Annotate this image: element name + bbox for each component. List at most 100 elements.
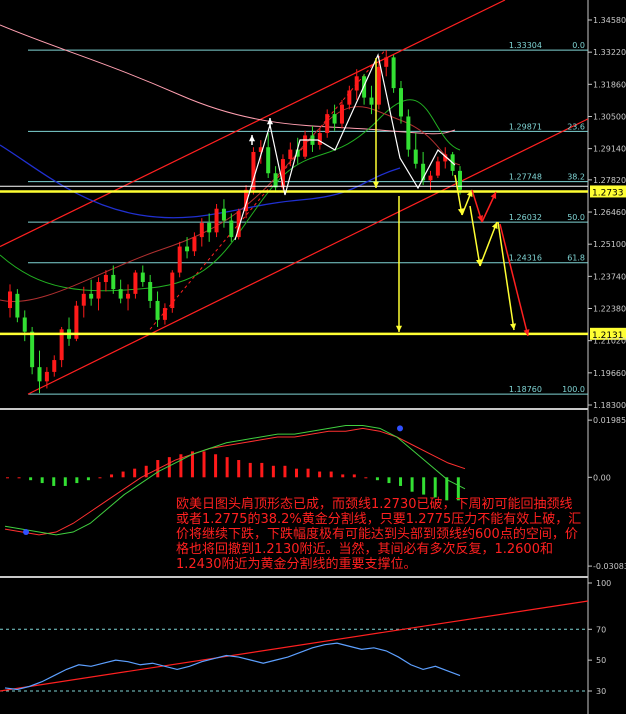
macd-histogram-bar	[214, 454, 218, 478]
fib-pct-label: 23.6	[567, 122, 585, 131]
analysis-note: 欧美日图头肩顶形态已成，而颈线1.2730已破，下周初可能回抽颈线或者1.277…	[176, 497, 582, 572]
macd-histogram-bar	[167, 457, 171, 478]
proj-arrow-5	[469, 205, 481, 267]
y-tick-label: 1.31860	[593, 80, 626, 89]
candle-body	[89, 293, 94, 299]
candle-body	[118, 289, 123, 299]
candle-body	[81, 293, 86, 306]
candle-body	[207, 222, 212, 233]
rsi-tick-label: 70	[596, 625, 606, 634]
y-tick-label: 1.18300	[593, 401, 626, 410]
y-tick-label: 1.33220	[593, 48, 626, 57]
macd-histogram-bar	[329, 471, 333, 478]
candle-body	[398, 88, 403, 117]
y-tick-label: 1.23740	[593, 272, 626, 281]
candle-body	[162, 308, 167, 320]
macd-histogram-bar	[75, 477, 79, 484]
macd-histogram-bar	[375, 477, 379, 481]
macd-histogram-bar	[52, 477, 56, 486]
rsi-trend-line	[0, 600, 589, 692]
candle-body	[192, 237, 197, 252]
ma-green-line	[0, 99, 461, 292]
fib-price-label: 1.27748	[509, 173, 542, 182]
fib-pct-label: 0.0	[572, 41, 585, 50]
macd-histogram-bar	[260, 462, 264, 478]
rsi-tick-label: 30	[596, 687, 606, 696]
candle-body	[339, 104, 344, 124]
overlay-layer	[0, 53, 626, 691]
macd-histogram-bar	[40, 477, 44, 484]
y-tick-label: 1.30500	[593, 112, 626, 121]
channel-upper-line	[0, 0, 506, 248]
candle-body	[37, 367, 42, 382]
macd-histogram-bar	[399, 477, 403, 486]
macd-histogram-bar	[364, 477, 368, 479]
fib-pct-label: 50.0	[567, 213, 585, 222]
macd-histogram-bar	[271, 465, 275, 478]
macd-histogram-bar	[237, 460, 241, 478]
candle-body	[170, 272, 175, 309]
macd-histogram-bar	[133, 468, 137, 478]
candle-body	[303, 135, 308, 157]
candle-body	[177, 246, 182, 273]
labels-layer: 1.34580 1.33220 1.31860 1.30500 1.29140 1.278…	[509, 16, 626, 696]
candle-body	[44, 371, 49, 382]
chart-stage: 1.34580 1.33220 1.31860 1.30500 1.29140 1.278…	[0, 0, 626, 714]
rsi-tick-label: 50	[596, 656, 606, 665]
candle-body	[413, 149, 418, 164]
macd-cross-marker	[397, 425, 403, 432]
y-tick-label: 1.34580	[593, 16, 626, 25]
macd-histogram-bar	[387, 477, 391, 484]
y-tick-label: 1.22380	[593, 305, 626, 314]
panel-separator	[0, 408, 588, 410]
y-tick-label: 1.19660	[593, 369, 626, 378]
candle-body	[148, 282, 153, 301]
macd-histogram-bar	[86, 477, 90, 481]
candle-body	[406, 116, 411, 150]
target-measure-arrow-head	[395, 325, 403, 332]
y-tick-label: 1.25100	[593, 240, 626, 249]
candle-body	[133, 272, 138, 294]
macd-histogram-bar	[295, 468, 298, 478]
macd-histogram-bar	[98, 477, 102, 479]
background-layer	[0, 0, 592, 714]
candle-body	[30, 331, 35, 368]
candle-body	[103, 274, 108, 283]
macd-histogram-bar	[202, 451, 206, 478]
candle-body	[384, 57, 389, 67]
macd-histogram-bar	[110, 474, 114, 478]
candle-body	[8, 291, 12, 309]
candle-body	[325, 114, 330, 134]
macd-histogram-bar	[29, 477, 33, 481]
proj-arrow-6	[479, 221, 498, 267]
macd-histogram-bar	[352, 474, 356, 478]
candle-body	[15, 293, 20, 318]
fib-pct-label: 61.8	[567, 254, 585, 263]
fib-pct-label: 100.0	[562, 385, 585, 394]
head-measure-arrow-head	[372, 181, 380, 188]
candle-body	[332, 114, 337, 124]
candle-body	[347, 90, 352, 105]
macd-histogram-bar	[341, 474, 345, 478]
fib-price-label: 1.18760	[509, 385, 542, 394]
candle-body	[288, 149, 293, 160]
candle-body	[111, 274, 116, 290]
proj-arrow-8	[499, 223, 529, 337]
macd-histogram-bar	[121, 471, 125, 478]
candle-body	[266, 147, 271, 174]
candle-body	[354, 76, 359, 91]
candle-body	[126, 293, 131, 299]
proj-arrow-7	[497, 221, 515, 331]
proj-arrow-7-head	[510, 323, 517, 330]
candle-body	[428, 175, 433, 181]
candle-body	[458, 170, 462, 190]
macd-histogram-bar	[410, 477, 414, 492]
candle-body	[22, 317, 27, 332]
macd-histogram-bar	[422, 477, 426, 495]
rsi-tick-label: 100	[596, 579, 611, 588]
macd-histogram-bar	[248, 462, 252, 478]
macd-histogram-bar	[6, 477, 9, 479]
candle-body	[221, 208, 226, 221]
chart-svg: 1.34580 1.33220 1.31860 1.30500 1.29140 1.278…	[0, 0, 626, 714]
fib-price-label: 1.33304	[509, 41, 542, 50]
